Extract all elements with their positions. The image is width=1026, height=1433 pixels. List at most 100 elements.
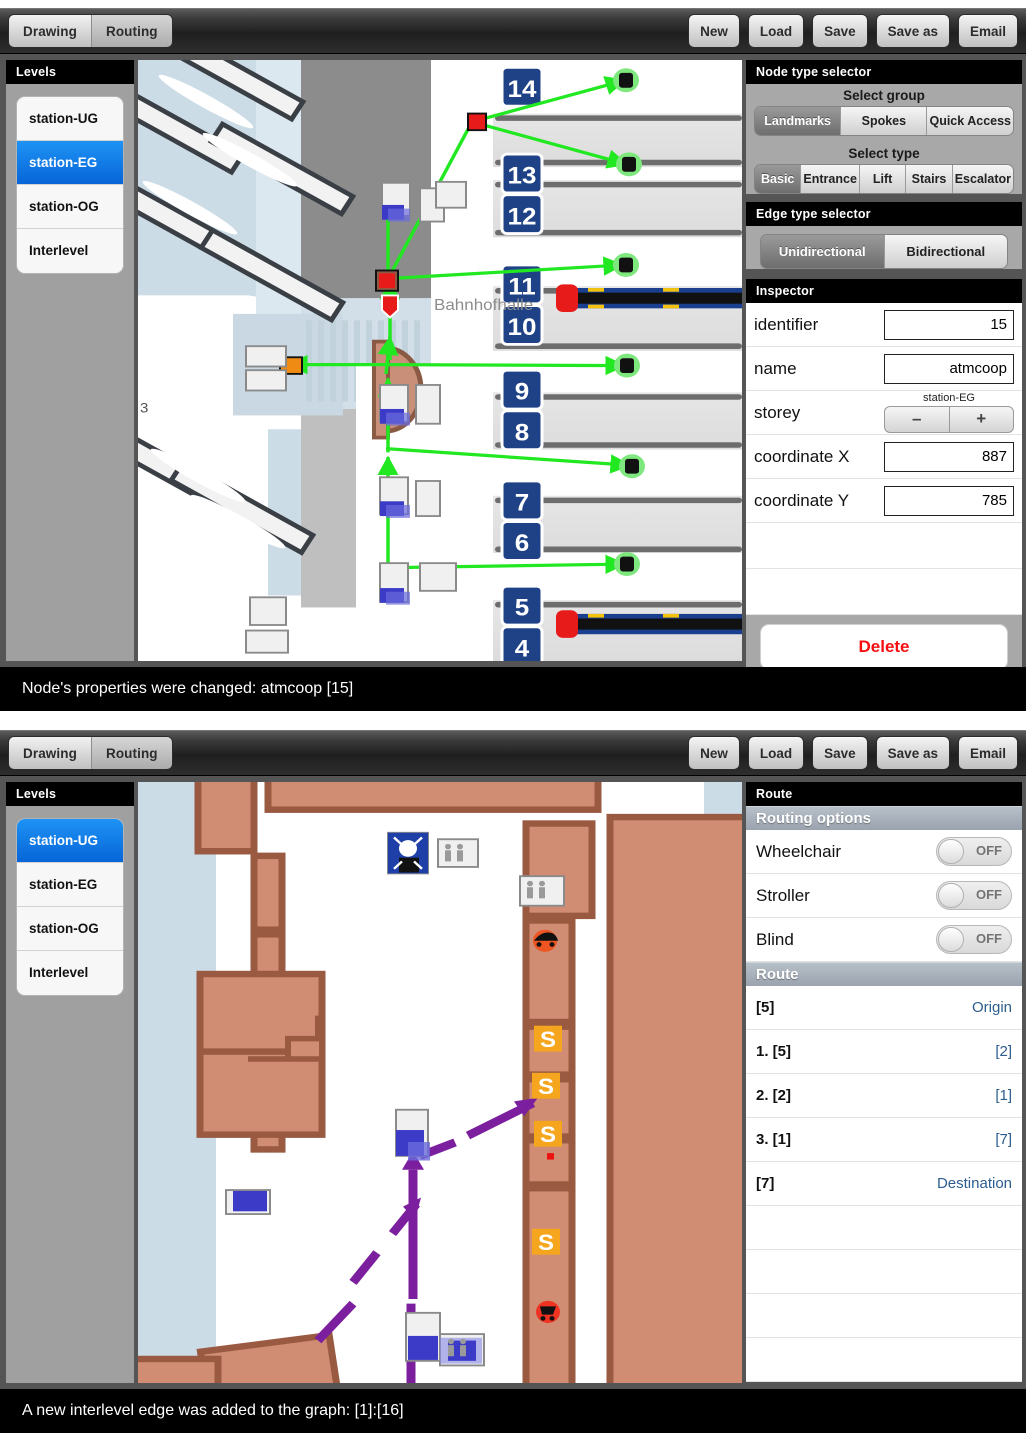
inspector-list: identifier 15 name atmcoop storey statio… <box>746 303 1022 615</box>
route-origin-label: Origin <box>971 999 1012 1016</box>
group-spokes[interactable]: Spokes <box>841 107 928 135</box>
map-canvas-eg[interactable]: 14 13 12 11 10 9 8 7 6 5 4 Bahnhofhalle … <box>138 60 742 661</box>
tab-routing[interactable]: Routing <box>91 15 172 47</box>
route-destination-label: Destination <box>936 1175 1012 1192</box>
new-button[interactable]: New <box>688 14 740 48</box>
coordinate-y-field[interactable]: 785 <box>884 485 1014 516</box>
level-item-station-og-bottom[interactable]: station-OG <box>17 907 123 951</box>
tab-drawing[interactable]: Drawing <box>9 15 92 47</box>
new-button-bottom[interactable]: New <box>688 736 740 770</box>
svg-text:S: S <box>540 1122 556 1147</box>
coordinate-x-field[interactable]: 887 <box>884 441 1014 472</box>
mode-segmented-control[interactable]: Drawing Routing <box>8 14 173 48</box>
type-entrance[interactable]: Entrance <box>801 165 860 193</box>
top-status-bar: Node's properties were changed: atmcoop … <box>0 667 1026 711</box>
tab-routing-bottom[interactable]: Routing <box>91 737 172 769</box>
route-row-origin[interactable]: [5] Origin <box>746 986 1022 1030</box>
svg-text:9: 9 <box>515 379 529 406</box>
route-row-empty-2 <box>746 1250 1022 1294</box>
storey-minus-button[interactable]: – <box>885 406 950 432</box>
route-row-step-3[interactable]: 3. [1] [7] <box>746 1118 1022 1162</box>
drawing-app-window: Drawing Routing New Load Save Save as Em… <box>0 0 1026 711</box>
stroller-toggle-knob <box>938 883 964 908</box>
map-canvas-ug[interactable]: S S S S <box>138 782 742 1383</box>
route-row-step-2[interactable]: 2. [2] [1] <box>746 1074 1022 1118</box>
level-item-station-eg[interactable]: station-EG <box>17 141 123 185</box>
inspector-label-coordinate-y: coordinate Y <box>754 490 850 510</box>
route-step-2-from: 2. [2] <box>756 1087 792 1104</box>
edge-unidirectional[interactable]: Unidirectional <box>761 235 885 268</box>
route-row-destination[interactable]: [7] Destination <box>746 1162 1022 1206</box>
name-field[interactable]: atmcoop <box>884 353 1014 384</box>
email-button-bottom[interactable]: Email <box>957 736 1018 770</box>
storey-value: station-EG <box>923 391 975 404</box>
route-row-empty-1 <box>746 1206 1022 1250</box>
save-as-button[interactable]: Save as <box>875 14 950 48</box>
tab-drawing-bottom[interactable]: Drawing <box>9 737 92 769</box>
level-item-interlevel[interactable]: Interlevel <box>17 229 123 273</box>
blind-toggle[interactable]: OFF <box>936 925 1012 954</box>
type-stairs[interactable]: Stairs <box>906 165 953 193</box>
wheelchair-toggle-knob <box>938 839 964 864</box>
edge-type-selector-header: Edge type selector <box>746 202 1022 226</box>
edge-direction-segmented-control[interactable]: Unidirectional Bidirectional <box>760 234 1008 269</box>
storey-control: station-EG – + <box>884 391 1014 433</box>
svg-text:S: S <box>540 1027 556 1052</box>
option-row-blind: Blind OFF <box>746 918 1022 962</box>
svg-text:S: S <box>538 1074 554 1099</box>
svg-text:S: S <box>538 1230 554 1255</box>
levels-panel-bottom: Levels station-UG station-EG station-OG … <box>6 782 134 1383</box>
type-lift[interactable]: Lift <box>859 165 907 193</box>
storey-plus-button[interactable]: + <box>950 407 1014 432</box>
save-button-bottom[interactable]: Save <box>812 736 868 770</box>
svg-text:14: 14 <box>508 76 537 103</box>
load-button-bottom[interactable]: Load <box>747 736 805 770</box>
type-segmented-control[interactable]: Basic Entrance Lift Stairs Escalator <box>754 164 1014 194</box>
group-landmarks[interactable]: Landmarks <box>755 107 842 135</box>
route-panel: Route Routing options Wheelchair OFF Str… <box>746 782 1022 1383</box>
right-panel-drawing: Node type selector Select group Landmark… <box>746 60 1022 682</box>
mode-segmented-control-bottom[interactable]: Drawing Routing <box>8 736 173 770</box>
levels-list: station-UG station-EG station-OG Interle… <box>16 96 124 274</box>
option-label-blind: Blind <box>756 929 794 949</box>
storey-stepper[interactable]: – + <box>884 405 1014 433</box>
wheelchair-toggle[interactable]: OFF <box>936 837 1012 866</box>
top-body: Levels station-UG station-EG station-OG … <box>0 54 1026 682</box>
route-row-empty-3 <box>746 1294 1022 1338</box>
route-panel-header: Route <box>746 782 1022 806</box>
level-item-station-ug[interactable]: station-UG <box>17 97 123 141</box>
delete-button[interactable]: Delete <box>760 624 1008 670</box>
level-item-station-eg-bottom[interactable]: station-EG <box>17 863 123 907</box>
edge-bidirectional[interactable]: Bidirectional <box>884 235 1007 268</box>
save-button[interactable]: Save <box>812 14 868 48</box>
identifier-field[interactable]: 15 <box>884 309 1014 340</box>
route-step-3-from: 3. [1] <box>756 1131 792 1148</box>
save-as-button-bottom[interactable]: Save as <box>875 736 950 770</box>
route-step-1-to: [2] <box>995 1043 1012 1060</box>
bottom-status-bar: A new interlevel edge was added to the g… <box>0 1389 1026 1433</box>
route-row-step-1[interactable]: 1. [5] [2] <box>746 1030 1022 1074</box>
inspector-row-coordinate-y: coordinate Y 785 <box>746 479 1022 523</box>
stroller-toggle[interactable]: OFF <box>936 881 1012 910</box>
blind-toggle-state: OFF <box>976 931 1002 946</box>
type-basic[interactable]: Basic <box>755 165 802 193</box>
option-label-stroller: Stroller <box>756 885 810 905</box>
map-graphics-ug: S S S S <box>138 782 742 1383</box>
type-escalator[interactable]: Escalator <box>952 165 1013 193</box>
option-row-wheelchair: Wheelchair OFF <box>746 830 1022 874</box>
node-type-selector-card: Node type selector Select group Landmark… <box>746 60 1022 194</box>
bottom-body: Levels station-UG station-EG station-OG … <box>0 776 1026 1389</box>
email-button[interactable]: Email <box>957 14 1018 48</box>
routing-options-header: Routing options <box>746 806 1022 830</box>
route-list-header: Route <box>746 962 1022 986</box>
route-destination-node: [7] <box>756 1175 775 1192</box>
level-item-interlevel-bottom[interactable]: Interlevel <box>17 951 123 995</box>
inspector-label-storey: storey <box>754 402 801 422</box>
node-type-selector-header: Node type selector <box>746 60 1022 84</box>
group-segmented-control[interactable]: Landmarks Spokes Quick Access <box>754 106 1014 136</box>
group-quick-access[interactable]: Quick Access <box>927 107 1013 135</box>
level-item-station-ug-bottom[interactable]: station-UG <box>17 819 123 863</box>
load-button[interactable]: Load <box>747 14 805 48</box>
level-item-station-og[interactable]: station-OG <box>17 185 123 229</box>
route-step-2-to: [1] <box>995 1087 1012 1104</box>
